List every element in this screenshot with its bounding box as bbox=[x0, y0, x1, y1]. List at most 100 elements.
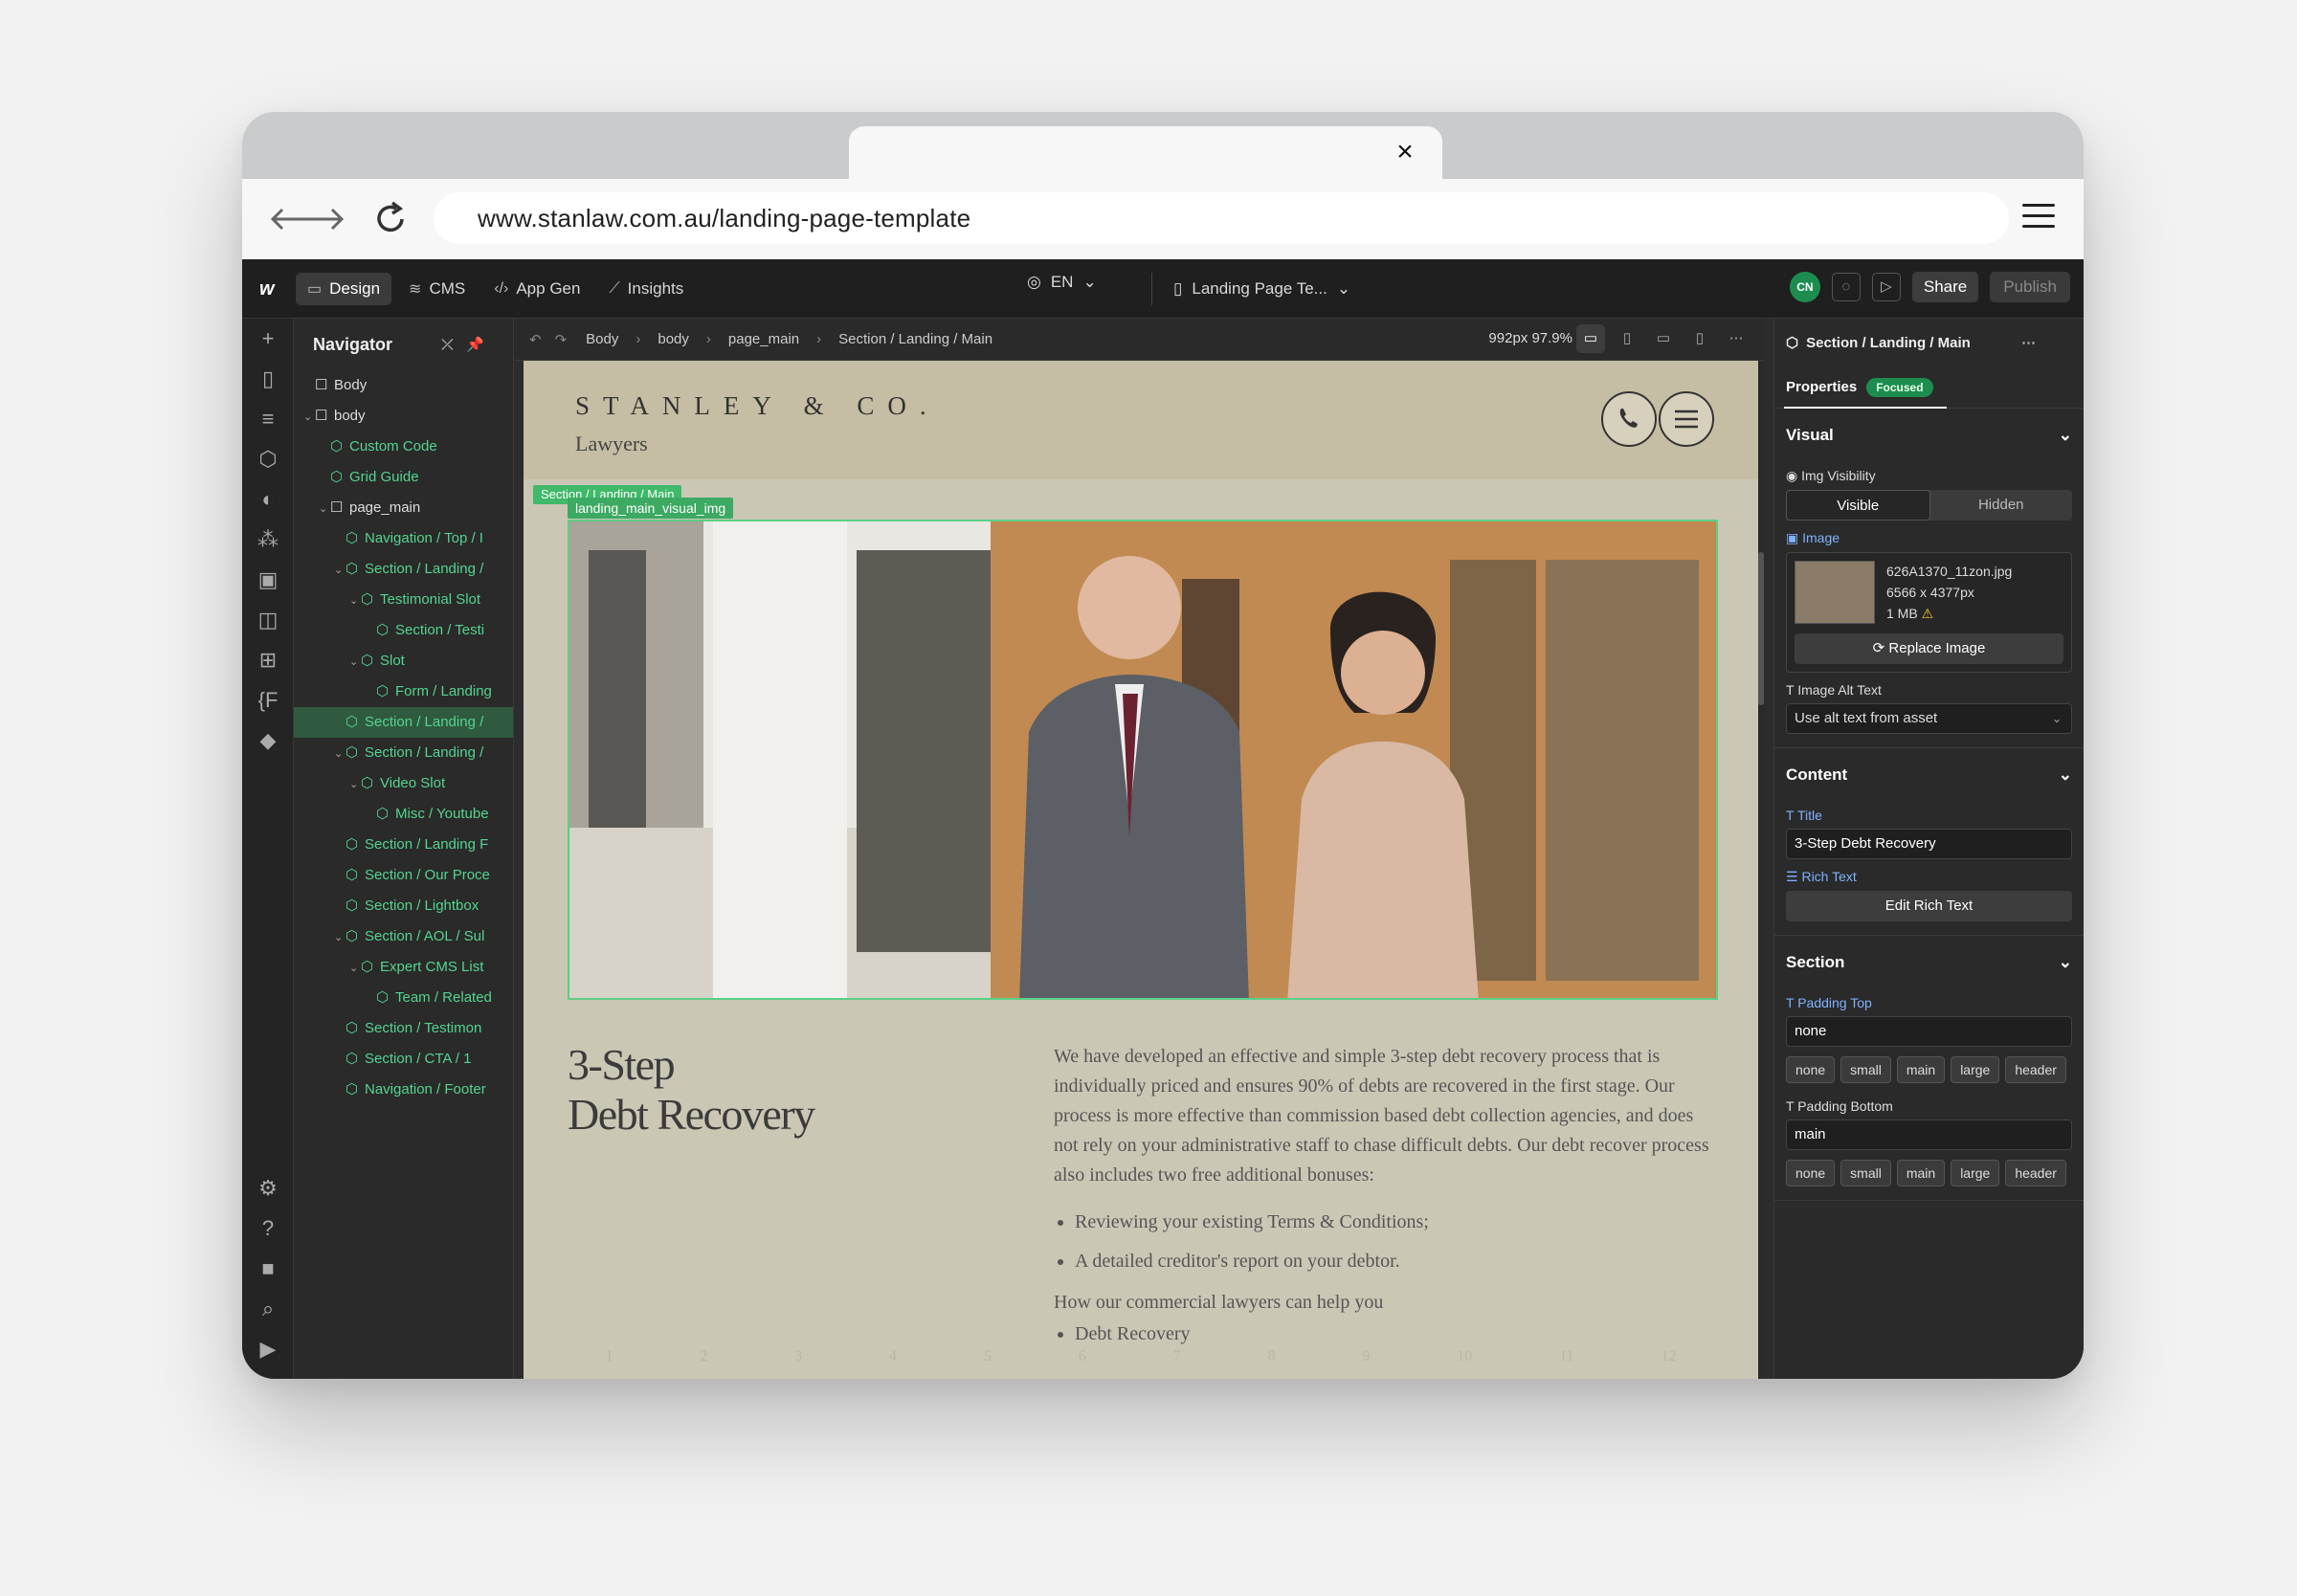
video-icon[interactable]: ▶ bbox=[242, 1329, 294, 1369]
share-button[interactable]: Share bbox=[1911, 272, 1979, 302]
chevron-down-icon[interactable]: ⌄ bbox=[334, 922, 346, 952]
back-forward-arrows-icon[interactable] bbox=[269, 198, 346, 240]
tree-item[interactable]: ⬡ Navigation / Footer bbox=[294, 1075, 513, 1105]
chevron-down-icon[interactable]: ⌄ bbox=[334, 739, 346, 768]
breadcrumb-item[interactable]: page_main bbox=[728, 331, 799, 347]
tree-item[interactable]: ⬡ Section / Our Proce bbox=[294, 860, 513, 891]
book-icon[interactable]: ◫ bbox=[242, 600, 294, 640]
assets-icon[interactable]: ▣ bbox=[242, 560, 294, 600]
option-chip[interactable]: none bbox=[1786, 1160, 1836, 1186]
close-tab-icon[interactable]: × bbox=[1391, 138, 1419, 167]
cms-fields-icon[interactable]: {F bbox=[242, 680, 294, 720]
landscape-breakpoint-icon[interactable]: ▭ bbox=[1649, 324, 1678, 353]
option-chip[interactable]: small bbox=[1840, 1160, 1891, 1186]
tree-item[interactable]: ⌄ ☐ page_main bbox=[294, 493, 513, 523]
avatar[interactable]: CN bbox=[1789, 272, 1820, 302]
tree-item[interactable]: ⌄ ☐ body bbox=[294, 401, 513, 432]
tree-item[interactable]: ⌄ ⬡ Section / AOL / Sul bbox=[294, 921, 513, 952]
content-section-header[interactable]: Content ⌄ bbox=[1786, 758, 2072, 798]
page-selector[interactable]: ▯ Landing Page Te... ⌄ bbox=[1151, 273, 1350, 305]
pages-icon[interactable]: ▯ bbox=[242, 359, 294, 399]
desktop-breakpoint-icon[interactable]: ▭ bbox=[1576, 324, 1605, 353]
search-icon[interactable]: ⌕ bbox=[242, 1289, 294, 1329]
tab-properties[interactable]: Properties bbox=[1786, 379, 1857, 395]
redo-icon[interactable]: ↷ bbox=[555, 331, 568, 348]
comment-icon[interactable]: ◌ bbox=[1831, 273, 1861, 301]
styles-icon[interactable]: ◐ bbox=[242, 479, 294, 520]
padding-bottom-input[interactable]: main bbox=[1786, 1119, 2072, 1150]
tree-item[interactable]: ⌄ ⬡ Video Slot bbox=[294, 768, 513, 799]
visual-section-header[interactable]: Visual ⌄ bbox=[1786, 418, 2072, 458]
scrollbar-thumb[interactable] bbox=[1758, 552, 1764, 705]
navigator-controls[interactable]: ⤫📌 bbox=[441, 336, 498, 353]
chevron-down-icon[interactable]: ⌄ bbox=[334, 555, 346, 585]
chevron-down-icon[interactable]: ⌄ bbox=[319, 494, 330, 523]
chevron-down-icon[interactable]: ⌄ bbox=[349, 647, 361, 676]
reload-icon[interactable] bbox=[371, 198, 410, 240]
language-selector[interactable]: ◎ EN ⌄ bbox=[1027, 273, 1097, 292]
more-options-icon[interactable]: ⋯ bbox=[2021, 334, 2036, 351]
alt-text-select[interactable]: Use alt text from asset ⌄ bbox=[1786, 703, 2072, 734]
phone-button[interactable] bbox=[1601, 391, 1657, 447]
more-icon[interactable]: ⋯ bbox=[1722, 324, 1751, 353]
chevron-down-icon[interactable]: ⌄ bbox=[303, 402, 315, 432]
mode-design[interactable]: ▭ Design bbox=[296, 272, 392, 305]
tree-item[interactable]: ⬡ Navigation / Top / I bbox=[294, 523, 513, 554]
tree-item[interactable]: ⬡ Section / Landing F bbox=[294, 830, 513, 860]
tree-item[interactable]: ⌄ ⬡ Section / Landing / bbox=[294, 554, 513, 585]
mode-cms[interactable]: ≋ CMS bbox=[397, 273, 477, 305]
browser-tab[interactable]: × bbox=[849, 126, 1442, 180]
settings-icon[interactable]: ⚙ bbox=[242, 1168, 294, 1208]
help-icon[interactable]: ? bbox=[242, 1208, 294, 1249]
tree-item[interactable]: ⬡ Section / Testimon bbox=[294, 1013, 513, 1044]
hero-photo[interactable] bbox=[568, 520, 1718, 1000]
option-chip[interactable]: header bbox=[2005, 1160, 2066, 1186]
tree-item[interactable]: ⬡ Custom Code bbox=[294, 432, 513, 462]
tree-item[interactable]: ⌄ ⬡ Slot bbox=[294, 646, 513, 676]
section-settings-header[interactable]: Section ⌄ bbox=[1786, 945, 2072, 986]
tree-item[interactable]: ☐ Body bbox=[294, 370, 513, 401]
option-chip[interactable]: header bbox=[2005, 1056, 2066, 1083]
undo-icon[interactable]: ↶ bbox=[529, 331, 542, 348]
preview-play-icon[interactable]: ▷ bbox=[1871, 273, 1901, 301]
breadcrumb-item[interactable]: Body bbox=[586, 331, 618, 347]
audit-icon[interactable]: ■ bbox=[242, 1249, 294, 1289]
visible-option[interactable]: Visible bbox=[1786, 490, 1930, 521]
zoom-readout[interactable]: 992px 97.9% bbox=[1488, 330, 1572, 346]
components-icon[interactable]: ⬡ bbox=[242, 439, 294, 479]
breadcrumb-item[interactable]: body bbox=[658, 331, 689, 347]
tree-item[interactable]: ⌄ ⬡ Section / Landing / bbox=[294, 738, 513, 768]
tree-item[interactable]: ⬡ Section / Testi bbox=[294, 615, 513, 646]
chevron-down-icon[interactable]: ⌄ bbox=[349, 953, 361, 983]
tree-item[interactable]: ⬡ Section / CTA / 1 bbox=[294, 1044, 513, 1075]
url-field[interactable]: www.stanlaw.com.au/landing-page-template bbox=[434, 192, 2009, 244]
mobile-breakpoint-icon[interactable]: ▯ bbox=[1685, 324, 1714, 353]
breadcrumb-item[interactable]: Section / Landing / Main bbox=[838, 331, 992, 347]
option-chip[interactable]: small bbox=[1840, 1056, 1891, 1083]
edit-rich-text-button[interactable]: Edit Rich Text bbox=[1786, 891, 2072, 921]
option-chip[interactable]: large bbox=[1951, 1056, 2000, 1083]
variables-icon[interactable]: ⁂ bbox=[242, 520, 294, 560]
chevron-down-icon[interactable]: ⌄ bbox=[349, 769, 361, 799]
tree-item[interactable]: ⬡ Misc / Youtube bbox=[294, 799, 513, 830]
mode-insights[interactable]: ⟋ Insights bbox=[597, 273, 695, 305]
tree-item[interactable]: ⌄ ⬡ Testimonial Slot bbox=[294, 585, 513, 615]
tree-item[interactable]: ⬡ Section / Landing / bbox=[294, 707, 513, 738]
tree-item[interactable]: ⌄ ⬡ Expert CMS List bbox=[294, 952, 513, 983]
option-chip[interactable]: main bbox=[1896, 1056, 1946, 1083]
tree-item[interactable]: ⬡ Section / Lightbox bbox=[294, 891, 513, 921]
navigator-icon[interactable]: ≡ bbox=[242, 399, 294, 439]
hamburger-menu-icon[interactable] bbox=[2022, 204, 2055, 233]
image-thumbnail[interactable] bbox=[1795, 561, 1875, 624]
box-icon[interactable]: ◆ bbox=[242, 720, 294, 761]
menu-button[interactable] bbox=[1659, 391, 1714, 447]
option-chip[interactable]: large bbox=[1951, 1160, 2000, 1186]
option-chip[interactable]: none bbox=[1786, 1056, 1836, 1083]
title-input[interactable]: 3-Step Debt Recovery bbox=[1786, 829, 2072, 859]
publish-button[interactable]: Publish bbox=[1990, 272, 2070, 302]
mode-app-gen[interactable]: ‹/› App Gen bbox=[482, 273, 591, 305]
webflow-logo[interactable]: w bbox=[259, 278, 280, 299]
tree-item[interactable]: ⬡ Form / Landing bbox=[294, 676, 513, 707]
apps-icon[interactable]: ⊞ bbox=[242, 640, 294, 680]
add-icon[interactable]: + bbox=[242, 319, 294, 359]
